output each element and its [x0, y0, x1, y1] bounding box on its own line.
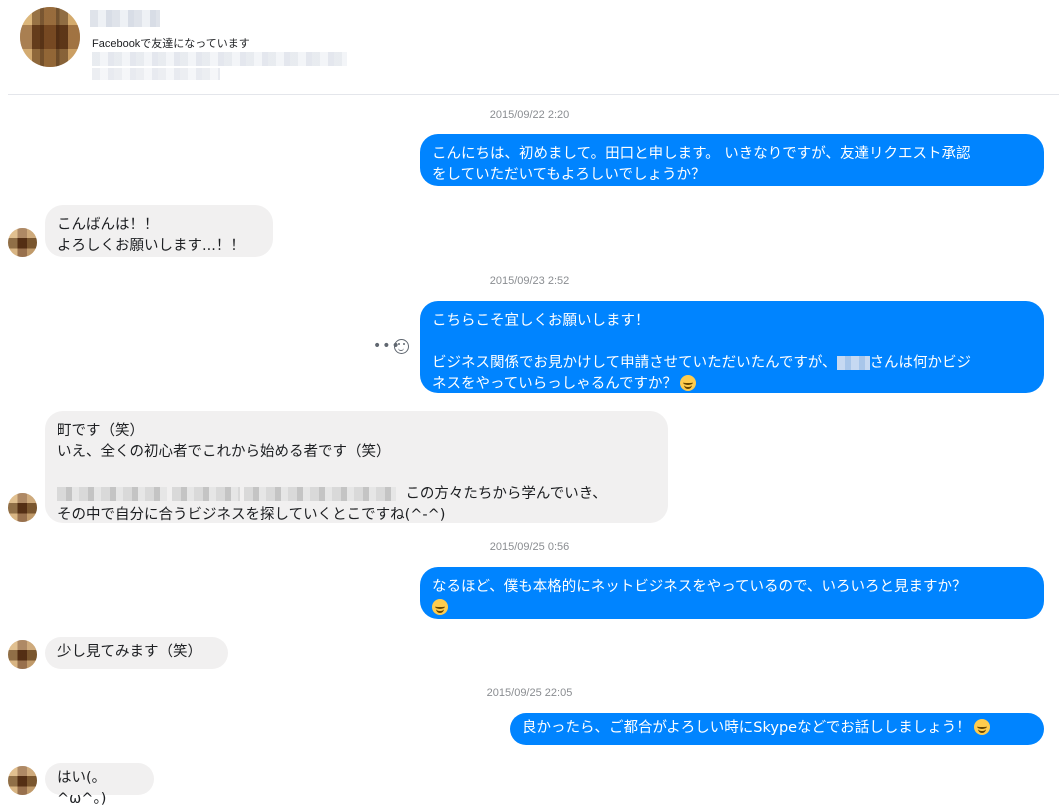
outgoing-message[interactable]: こんにちは、初めまして。田口と申します。 いきなりですが、友達リクエスト承認 を…: [420, 134, 1044, 186]
contact-avatar-small[interactable]: [8, 493, 37, 522]
name-redacted: [836, 356, 870, 370]
incoming-message[interactable]: はい(。^ω^。): [45, 763, 154, 807]
message-text: なるほど、僕も本格的にネットビジネスをやっているので、いろいろと見ますか？: [432, 579, 967, 595]
contact-avatar-small[interactable]: [8, 640, 37, 669]
contact-info-redacted-2: [92, 68, 220, 80]
header-divider: [8, 94, 1059, 95]
friend-status-text: Facebookで友達になっています: [92, 38, 250, 50]
smile-emoji-icon: [973, 719, 990, 735]
incoming-message[interactable]: こんばんは！！ よろしくお願いします...！！: [45, 205, 273, 257]
names-redacted: [57, 487, 167, 501]
contact-info-redacted: [92, 52, 347, 66]
names-redacted: [244, 487, 397, 501]
names-redacted: [171, 487, 240, 501]
contact-avatar[interactable]: [20, 7, 80, 67]
timestamp: 2015/09/25 0:56: [489, 541, 570, 553]
outgoing-message[interactable]: こちらこそ宜しくお願いします！ ビジネス関係でお見かけして申請させていただいたん…: [420, 301, 1044, 393]
react-icon[interactable]: [394, 339, 409, 354]
message-text: 町です（笑） いえ、全くの初心者でこれから始める者です（笑）: [57, 423, 391, 460]
outgoing-message[interactable]: なるほど、僕も本格的にネットビジネスをやっているので、いろいろと見ますか？: [420, 567, 1044, 619]
incoming-message[interactable]: 町です（笑） いえ、全くの初心者でこれから始める者です（笑） この方々たちから学…: [45, 411, 668, 523]
incoming-message[interactable]: 少し見てみます（笑）: [45, 637, 228, 669]
timestamp: 2015/09/25 22:05: [486, 687, 573, 699]
smile-emoji-icon: [432, 599, 448, 615]
timestamp: 2015/09/22 2:20: [489, 109, 570, 121]
timestamp: 2015/09/23 2:52: [489, 275, 570, 287]
contact-name-redacted[interactable]: [90, 10, 160, 27]
smile-emoji-icon: [680, 375, 697, 391]
conversation-header: Facebookで友達になっています: [0, 0, 1059, 95]
message-text: こちらこそ宜しくお願いします！ ビジネス関係でお見かけして申請させていただいたん…: [432, 313, 837, 371]
outgoing-message[interactable]: 良かったら、ご都合がよろしい時にSkypeなどでお話ししましょう！: [510, 713, 1044, 745]
contact-avatar-small[interactable]: [8, 766, 37, 795]
message-text: 良かったら、ご都合がよろしい時にSkypeなどでお話ししましょう！: [522, 720, 971, 736]
contact-avatar-small[interactable]: [8, 228, 37, 257]
